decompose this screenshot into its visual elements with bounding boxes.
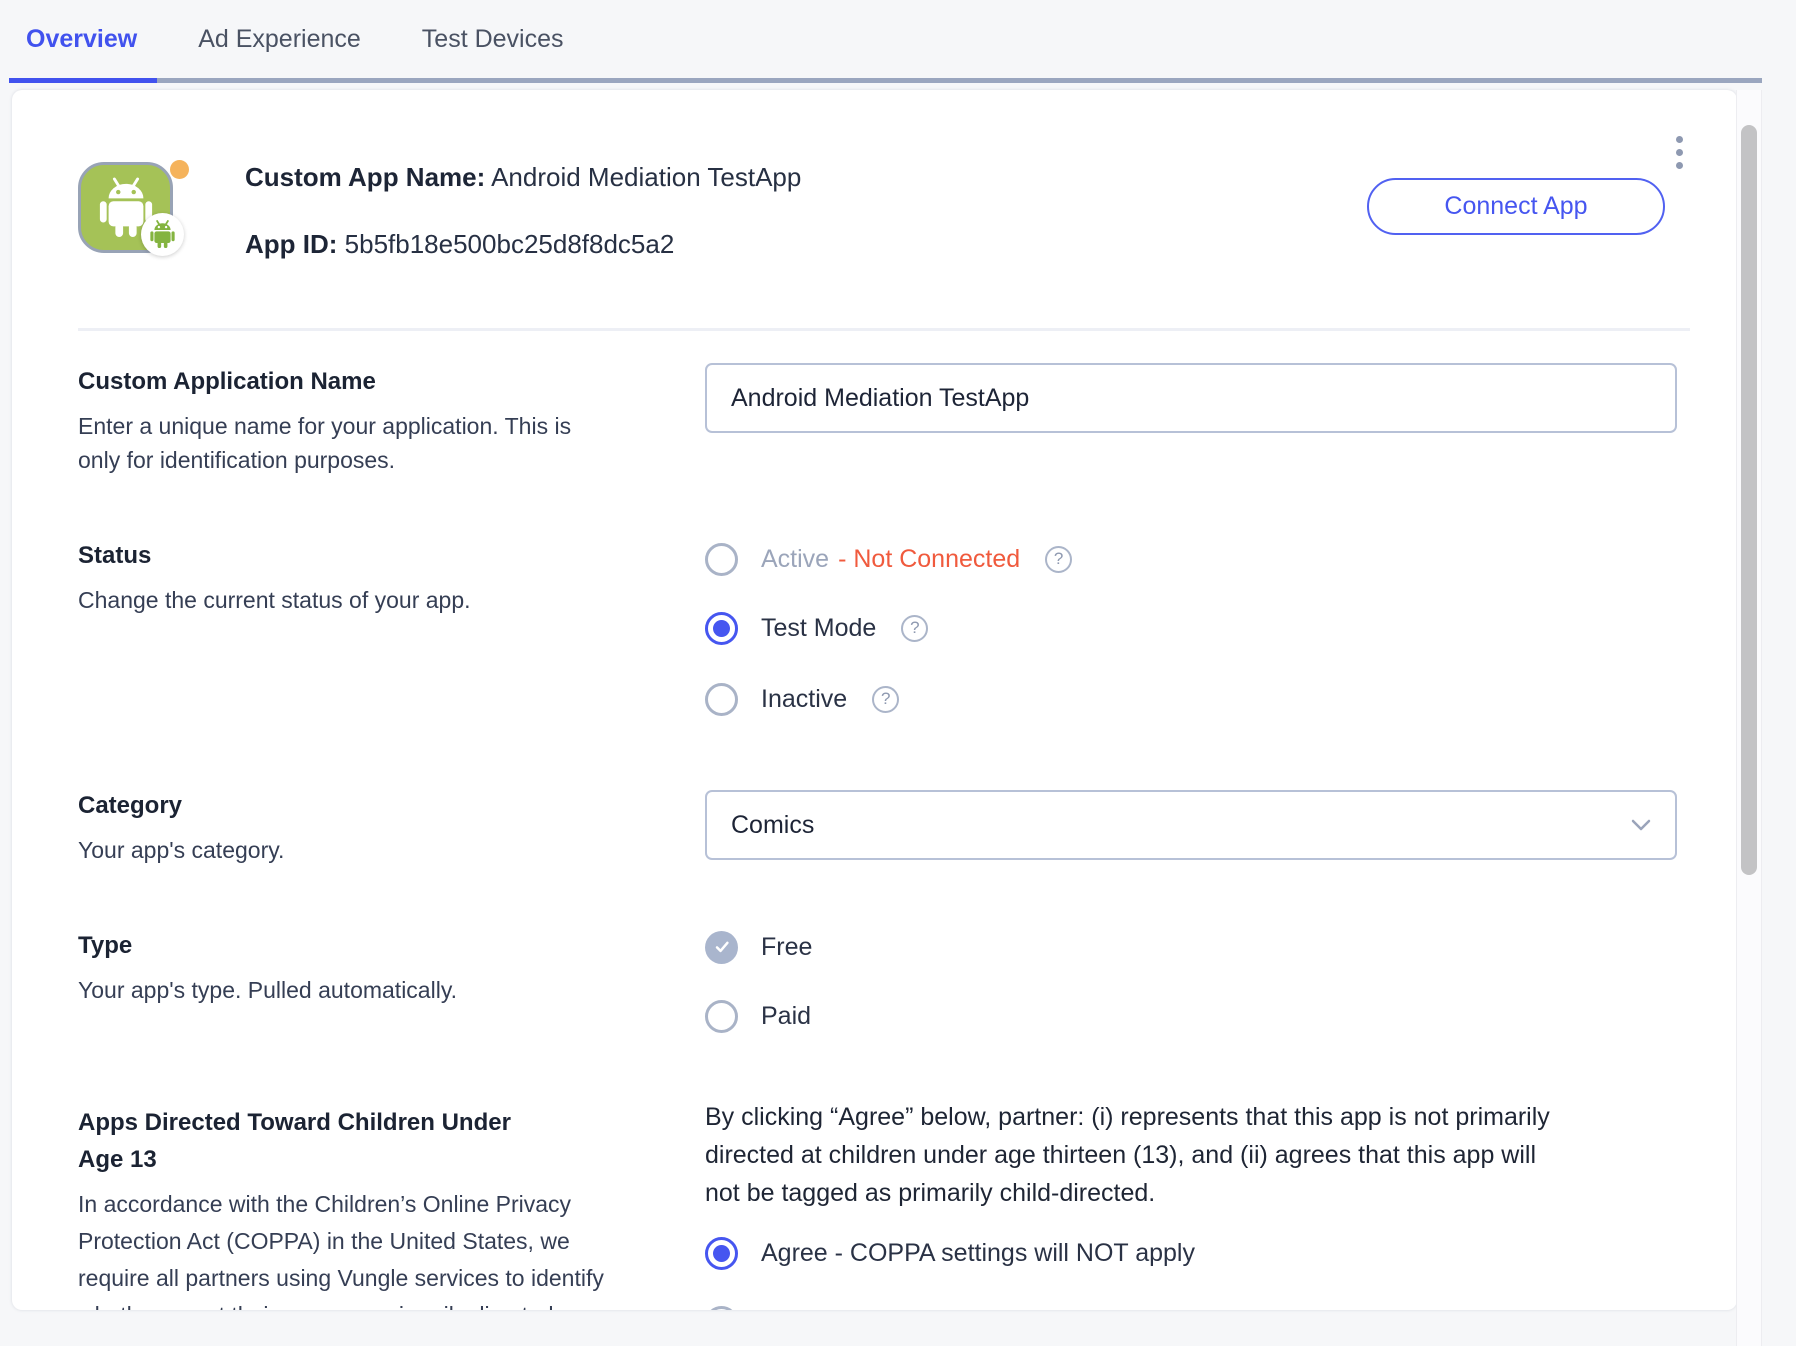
status-option-inactive: Inactive ? [705, 682, 899, 716]
more-options-button[interactable] [1662, 126, 1696, 178]
tab-underline [9, 78, 1762, 83]
section-description: Your app's type. Pulled automatically. [78, 973, 698, 1007]
status-indicator-dot [170, 160, 189, 179]
section-description: In accordance with the Children’s Online… [78, 1186, 618, 1310]
radio-paid[interactable] [705, 1000, 738, 1033]
status-option-label: Inactive [761, 685, 847, 714]
category-select[interactable]: Comics [705, 790, 1677, 860]
help-icon[interactable]: ? [901, 615, 928, 642]
app-id-label: App ID: [245, 229, 337, 259]
radio-agree[interactable] [705, 1237, 738, 1270]
app-id-line: App ID: 5b5fb18e500bc25d8f8dc5a2 [245, 227, 801, 261]
section-type: Type Your app's type. Pulled automatical… [78, 930, 698, 1007]
section-description: Your app's category. [78, 833, 698, 867]
coppa-agreement-text: By clicking “Agree” below, partner: (i) … [705, 1098, 1685, 1212]
radio-inactive[interactable] [705, 683, 738, 716]
type-option-label: Free [761, 933, 812, 962]
scrollbar-thumb[interactable] [1741, 125, 1757, 875]
app-name-value: Android Mediation TestApp [491, 162, 801, 192]
category-selected-value: Comics [731, 811, 814, 840]
help-icon[interactable]: ? [872, 686, 899, 713]
connect-app-button[interactable]: Connect App [1367, 178, 1665, 235]
app-name-label: Custom App Name: [245, 162, 485, 192]
section-category: Category Your app's category. [78, 790, 698, 867]
section-title: Type [78, 930, 698, 962]
type-option-free: Free [705, 930, 812, 964]
type-option-label: Paid [761, 1002, 811, 1031]
app-id-value: 5b5fb18e500bc25d8f8dc5a2 [345, 229, 675, 259]
section-title: Apps Directed Toward Children Under Age … [78, 1104, 618, 1178]
coppa-option-partial [705, 1305, 738, 1310]
status-option-active: Active- Not Connected ? [705, 542, 1072, 576]
not-connected-text: - Not Connected [838, 545, 1020, 573]
custom-app-name-input[interactable] [705, 363, 1677, 433]
section-description: Enter a unique name for your application… [78, 409, 698, 477]
android-platform-badge-icon [141, 213, 184, 256]
app-overview-card: Custom App Name: Android Mediation TestA… [12, 90, 1737, 1310]
radio-active[interactable] [705, 543, 738, 576]
help-icon[interactable]: ? [1045, 546, 1072, 573]
status-option-label: Test Mode [761, 614, 876, 643]
chevron-down-icon [1631, 819, 1651, 831]
header-divider [78, 328, 1690, 331]
status-option-test-mode: Test Mode ? [705, 611, 928, 645]
status-option-label: Active- Not Connected [761, 545, 1020, 574]
coppa-option-label: Agree - COPPA settings will NOT apply [761, 1239, 1195, 1268]
radio-disagree-partial[interactable] [705, 1306, 738, 1311]
section-title: Custom Application Name [78, 366, 698, 398]
tab-overview[interactable]: Overview [26, 25, 137, 54]
active-tab-indicator [9, 78, 157, 83]
tab-ad-experience[interactable]: Ad Experience [198, 25, 361, 54]
section-description: Change the current status of your app. [78, 583, 698, 617]
tab-test-devices[interactable]: Test Devices [422, 25, 564, 54]
type-option-paid: Paid [705, 999, 811, 1033]
section-title: Status [78, 540, 698, 572]
app-header-text: Custom App Name: Android Mediation TestA… [245, 160, 801, 261]
tab-bar: Overview Ad Experience Test Devices [26, 0, 564, 78]
section-coppa: Apps Directed Toward Children Under Age … [78, 1104, 618, 1310]
section-status: Status Change the current status of your… [78, 540, 698, 617]
scrollbar[interactable] [1736, 90, 1762, 1346]
check-circle-icon [705, 931, 738, 964]
coppa-option-agree: Agree - COPPA settings will NOT apply [705, 1236, 1195, 1270]
section-title: Category [78, 790, 698, 822]
app-name-line: Custom App Name: Android Mediation TestA… [245, 160, 801, 194]
radio-test-mode[interactable] [705, 612, 738, 645]
section-custom-application-name: Custom Application Name Enter a unique n… [78, 366, 698, 477]
